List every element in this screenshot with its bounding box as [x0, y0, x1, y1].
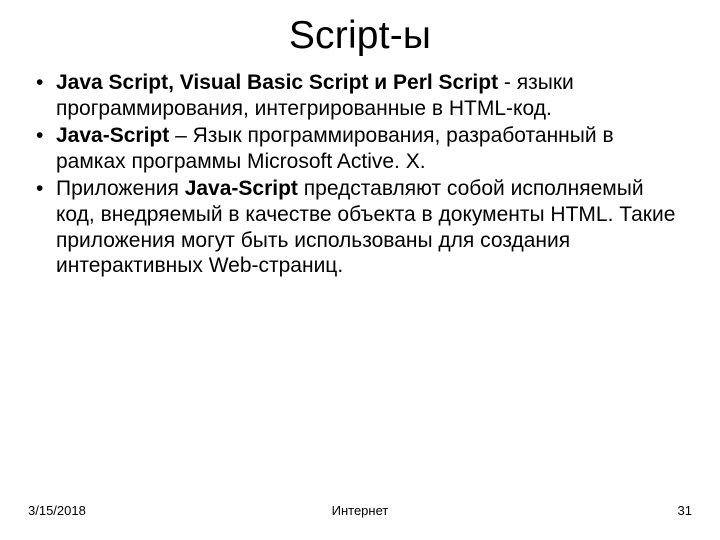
slide-title: Script-ы: [28, 14, 692, 58]
footer-date: 3/15/2018: [28, 503, 247, 518]
bold-text: Java-Script: [185, 177, 298, 200]
text-run: Приложения: [56, 177, 185, 200]
bold-text: Java-Script: [56, 124, 169, 147]
list-item: Java-Script – Язык программирования, раз…: [34, 123, 686, 174]
bold-text: Java Script, Visual Basic Script и Perl …: [56, 71, 498, 94]
footer-center: Интернет: [247, 503, 473, 518]
bullet-list: Java Script, Visual Basic Script и Perl …: [28, 70, 692, 279]
footer-page-number: 31: [473, 503, 692, 518]
slide: Script-ы Java Script, Visual Basic Scrip…: [0, 0, 720, 540]
slide-footer: 3/15/2018 Интернет 31: [0, 503, 720, 518]
list-item: Java Script, Visual Basic Script и Perl …: [34, 70, 686, 121]
list-item: Приложения Java-Script представляют собо…: [34, 176, 686, 278]
